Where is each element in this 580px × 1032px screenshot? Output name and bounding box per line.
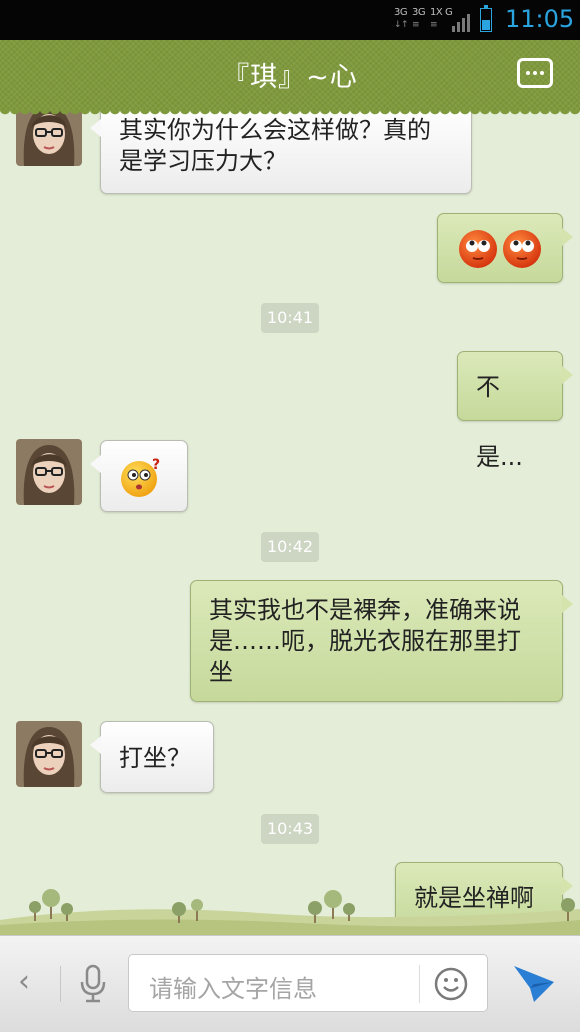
timestamp: 10:41 [261,303,319,333]
timestamp: 10:42 [261,532,319,562]
more-dots-icon[interactable] [517,58,553,88]
network-3g-indicator-2: 3G ≡ [412,7,426,31]
signal-strength-icon [452,14,472,32]
chevron-left-icon[interactable]: ‹ [18,964,30,999]
message-bubble-received[interactable]: ? [90,440,188,512]
contact-avatar[interactable] [16,110,82,166]
message-bubble-sent[interactable]: 不是... [457,351,573,471]
confused-face-icon: ? [121,457,160,497]
message-bubble-sent[interactable] [437,213,573,283]
input-bar: ‹ 请输入文字信息 [0,935,580,1032]
message-text: 其实你为什么会这样做？真的是学习压力大？ [119,116,431,175]
message-text: 打坐？ [119,744,191,772]
message-bubble-received[interactable]: 打坐？ [90,721,214,793]
network-1x-indicator: 1X ≡ [430,7,443,31]
chat-header: 『琪』~心 [0,40,580,116]
message-input[interactable]: 请输入文字信息 [128,954,488,1012]
rolling-eyes-face-icon [503,230,541,268]
message-bubble-received[interactable]: 其实你为什么会这样做？真的是学习压力大？ [90,110,472,194]
status-clock: 11:05 [505,5,575,33]
message-list[interactable]: 其实你为什么会这样做？真的是学习压力大？ 10:41 不是... ? 10:42… [0,110,580,935]
rolling-eyes-face-icon [459,230,497,268]
input-placeholder: 请输入文字信息 [149,975,317,1003]
paper-plane-icon[interactable] [512,962,556,1004]
contact-avatar[interactable] [16,721,82,787]
message-text: 不是... [476,373,523,471]
message-bubble-sent[interactable]: 其实我也不是裸奔，准确来说是……呃，脱光衣服在那里打坐 [190,580,573,702]
network-3g-indicator: 3G ↓↑ [394,7,409,31]
microphone-icon[interactable] [78,964,108,1004]
divider [60,966,61,1002]
timestamp: 10:43 [261,814,319,844]
landscape-decoration [0,889,580,935]
status-bar: 3G ↓↑ 3G ≡ 1X ≡ G 11:05 [0,0,580,40]
svg-text:?: ? [152,457,160,473]
contact-avatar[interactable] [16,439,82,505]
smiley-icon[interactable] [434,967,468,1001]
chat-title: 『琪』~心 [222,62,358,93]
message-text: 其实我也不是裸奔，准确来说是……呃，脱光衣服在那里打坐 [209,596,521,686]
divider [419,965,420,1003]
battery-icon [480,5,492,32]
